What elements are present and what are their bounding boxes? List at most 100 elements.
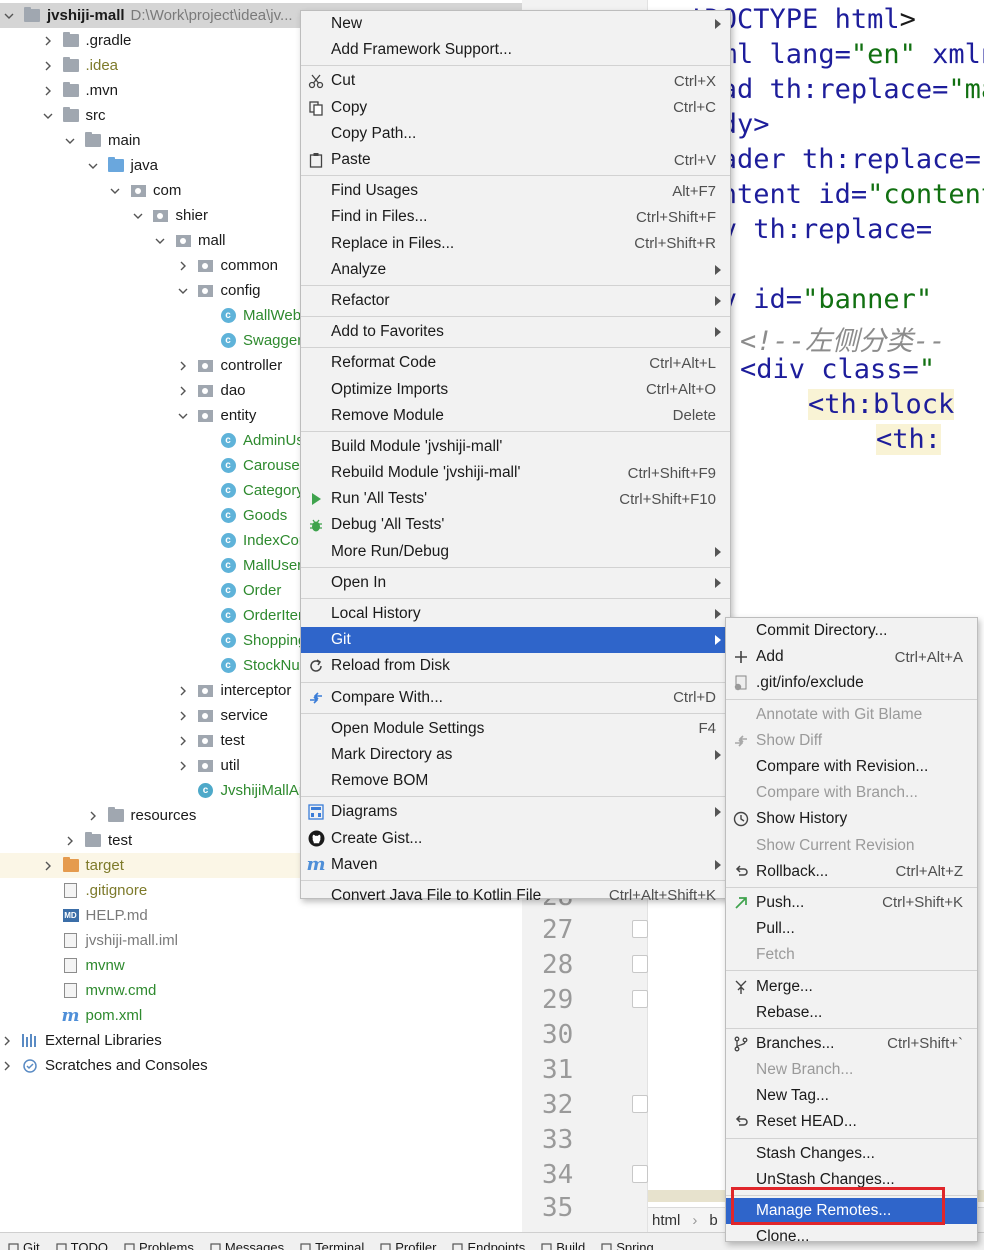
chevron-down-icon[interactable] xyxy=(176,284,190,298)
menu-item-maven[interactable]: m Maven xyxy=(301,852,730,878)
menu-item-find-usages[interactable]: Find Usages Alt+F7 xyxy=(301,178,730,204)
package-icon xyxy=(198,683,214,699)
menu-item-open-in[interactable]: Open In xyxy=(301,570,730,596)
menu-item-add-to-favorites[interactable]: Add to Favorites xyxy=(301,319,730,345)
menu-item-commit-directory[interactable]: Commit Directory... xyxy=(726,618,977,644)
chevron-right-icon[interactable] xyxy=(41,34,55,48)
chevron-right-icon[interactable] xyxy=(0,1034,14,1048)
menu-item-paste[interactable]: Paste Ctrl+V xyxy=(301,147,730,173)
menu-item-analyze[interactable]: Analyze xyxy=(301,257,730,283)
menu-item-label: Show Diff xyxy=(756,731,823,749)
menu-item-local-history[interactable]: Local History xyxy=(301,601,730,627)
tool-window-tab[interactable]: Problems xyxy=(124,1240,194,1250)
menu-item-merge[interactable]: Merge... xyxy=(726,973,977,999)
menu-item-remove-bom[interactable]: Remove BOM xyxy=(301,768,730,794)
menu-item-label: New Tag... xyxy=(756,1087,829,1105)
menu-item-mark-directory-as[interactable]: Mark Directory as xyxy=(301,742,730,768)
chevron-right-icon[interactable] xyxy=(41,84,55,98)
tree-item[interactable]: Scratches and Consoles xyxy=(0,1053,522,1078)
menu-item-debug-all-tests[interactable]: Debug 'All Tests' xyxy=(301,512,730,538)
menu-item-push[interactable]: Push... Ctrl+Shift+K xyxy=(726,890,977,916)
chevron-down-icon[interactable] xyxy=(153,234,167,248)
menu-item-open-module-settings[interactable]: Open Module Settings F4 xyxy=(301,716,730,742)
menu-item-rebase[interactable]: Rebase... xyxy=(726,1000,977,1026)
breadcrumb-item-body[interactable]: b xyxy=(709,1212,717,1229)
chevron-down-icon[interactable] xyxy=(176,409,190,423)
menu-item-reformat-code[interactable]: Reformat Code Ctrl+Alt+L xyxy=(301,350,730,376)
menu-item-copy[interactable]: Copy Ctrl+C xyxy=(301,95,730,121)
tool-window-tab[interactable]: Build xyxy=(541,1240,585,1250)
menu-item-rollback[interactable]: Rollback... Ctrl+Alt+Z xyxy=(726,859,977,885)
menu-item-show-history[interactable]: Show History xyxy=(726,806,977,832)
menu-item-refactor[interactable]: Refactor xyxy=(301,288,730,314)
chevron-right-icon[interactable] xyxy=(176,259,190,273)
menu-item-reset-head[interactable]: Reset HEAD... xyxy=(726,1109,977,1135)
chevron-down-icon[interactable] xyxy=(108,184,122,198)
chevron-down-icon[interactable] xyxy=(41,109,55,123)
menu-item-cut[interactable]: Cut Ctrl+X xyxy=(301,68,730,94)
breadcrumb-item-html[interactable]: html xyxy=(652,1212,680,1229)
menu-item-manage-remotes[interactable]: Manage Remotes... xyxy=(726,1197,977,1225)
menu-item-run-all-tests[interactable]: Run 'All Tests' Ctrl+Shift+F10 xyxy=(301,486,730,512)
tool-window-tab[interactable]: Git xyxy=(8,1240,40,1250)
menu-item-diagrams[interactable]: Diagrams xyxy=(301,799,730,825)
chevron-right-icon[interactable] xyxy=(176,709,190,723)
line-number: 34 xyxy=(542,1160,574,1190)
menu-item-clone[interactable]: Clone... xyxy=(726,1224,977,1250)
menu-item-pull[interactable]: Pull... xyxy=(726,916,977,942)
tool-window-tab[interactable]: TODO xyxy=(56,1240,108,1250)
chevron-down-icon[interactable] xyxy=(2,9,16,23)
menu-item-create-gist[interactable]: Create Gist... xyxy=(301,825,730,851)
menu-item-new[interactable]: New xyxy=(301,11,730,37)
chevron-down-icon[interactable] xyxy=(131,209,145,223)
chevron-right-icon[interactable] xyxy=(0,1059,14,1073)
tool-window-tab[interactable]: Endpoints xyxy=(452,1240,525,1250)
tool-window-tab[interactable]: Messages xyxy=(210,1240,284,1250)
tree-item[interactable]: mvnw.cmd xyxy=(0,978,522,1003)
menu-item-find-in-files[interactable]: Find in Files... Ctrl+Shift+F xyxy=(301,204,730,230)
tree-item-label: target xyxy=(85,857,124,874)
chevron-down-icon[interactable] xyxy=(63,134,77,148)
fold-marker-icon[interactable] xyxy=(632,955,648,973)
chevron-right-icon[interactable] xyxy=(41,59,55,73)
menu-item-branches[interactable]: Branches... Ctrl+Shift+` xyxy=(726,1031,977,1057)
chevron-right-icon[interactable] xyxy=(176,684,190,698)
menu-item-rebuild-module-jvshiji-mall[interactable]: Rebuild Module 'jvshiji-mall' Ctrl+Shift+… xyxy=(301,460,730,486)
menu-item-remove-module[interactable]: Remove Module Delete xyxy=(301,403,730,429)
tool-window-tab[interactable]: Terminal xyxy=(300,1240,364,1250)
menu-item-unstash-changes[interactable]: UnStash Changes... xyxy=(726,1167,977,1193)
menu-item-reload-from-disk[interactable]: Reload from Disk xyxy=(301,653,730,679)
menu-item-add-framework-support[interactable]: Add Framework Support... xyxy=(301,37,730,63)
fold-marker-icon[interactable] xyxy=(632,920,648,938)
fold-marker-icon[interactable] xyxy=(632,990,648,1008)
menu-item-convert-java-file-to-kotlin-file[interactable]: Convert Java File to Kotlin File Ctrl+Alt… xyxy=(301,883,730,909)
menu-item-copy-path[interactable]: Copy Path... xyxy=(301,121,730,147)
chevron-right-icon[interactable] xyxy=(86,809,100,823)
chevron-right-icon[interactable] xyxy=(176,759,190,773)
menu-item-git-info-exclude[interactable]: .git/info/exclude xyxy=(726,670,977,696)
menu-item-build-module-jvshiji-mall[interactable]: Build Module 'jvshiji-mall' xyxy=(301,434,730,460)
tree-item[interactable]: jvshiji-mall.iml xyxy=(0,928,522,953)
tree-item[interactable]: External Libraries xyxy=(0,1028,522,1053)
menu-item-more-run-debug[interactable]: More Run/Debug xyxy=(301,539,730,565)
menu-item-add[interactable]: Add Ctrl+Alt+A xyxy=(726,644,977,670)
chevron-right-icon[interactable] xyxy=(176,359,190,373)
fold-marker-icon[interactable] xyxy=(632,1095,648,1113)
fold-marker-icon[interactable] xyxy=(632,1165,648,1183)
chevron-right-icon[interactable] xyxy=(176,734,190,748)
tool-window-tab[interactable]: Profiler xyxy=(380,1240,436,1250)
menu-item-compare-with[interactable]: Compare With... Ctrl+D xyxy=(301,685,730,711)
tree-item[interactable]: mvnw xyxy=(0,953,522,978)
menu-item-git[interactable]: Git xyxy=(301,627,730,654)
chevron-right-icon[interactable] xyxy=(63,834,77,848)
tree-item[interactable]: m pom.xml xyxy=(0,1003,522,1028)
menu-item-compare-with-revision[interactable]: Compare with Revision... xyxy=(726,754,977,780)
menu-item-new-tag[interactable]: New Tag... xyxy=(726,1083,977,1109)
menu-item-stash-changes[interactable]: Stash Changes... xyxy=(726,1141,977,1167)
menu-item-optimize-imports[interactable]: Optimize Imports Ctrl+Alt+O xyxy=(301,376,730,402)
menu-item-replace-in-files[interactable]: Replace in Files... Ctrl+Shift+R xyxy=(301,231,730,257)
tool-window-tab[interactable]: Spring xyxy=(601,1240,654,1250)
chevron-right-icon[interactable] xyxy=(176,384,190,398)
chevron-right-icon[interactable] xyxy=(41,859,55,873)
chevron-down-icon[interactable] xyxy=(86,159,100,173)
